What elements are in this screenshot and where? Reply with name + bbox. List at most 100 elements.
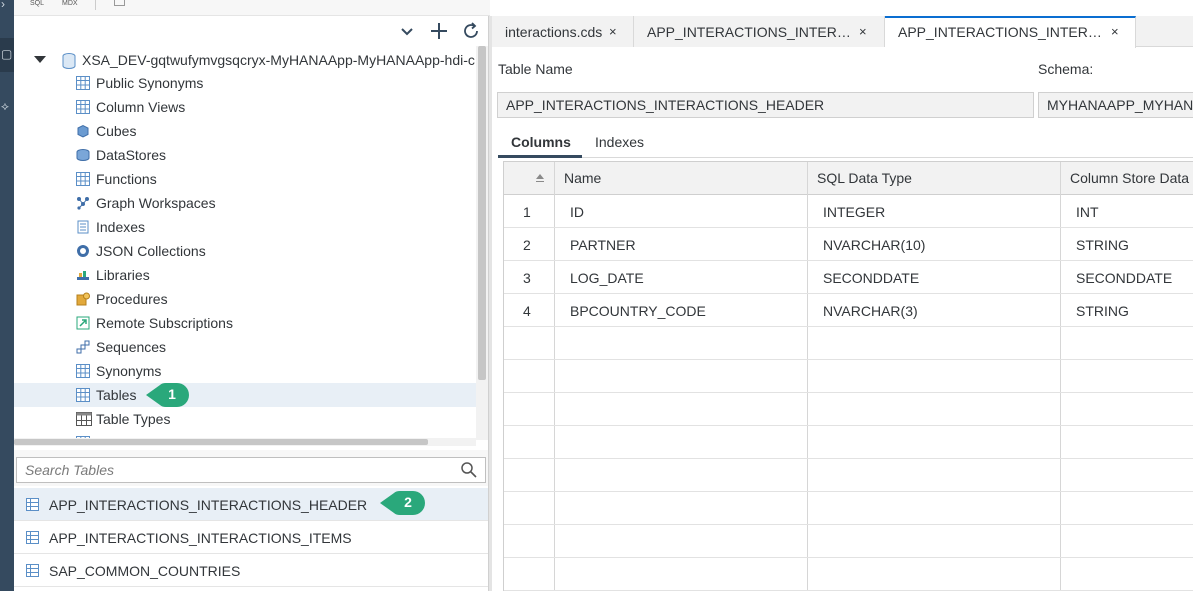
row-number-cell[interactable]: 3 xyxy=(523,270,531,286)
tab-interactions-cds[interactable]: interactions.cds × xyxy=(492,16,634,47)
close-icon[interactable]: × xyxy=(609,24,617,39)
column-header-name[interactable]: Name xyxy=(564,170,601,186)
activity-bar: › ▢ ⟡ xyxy=(0,0,14,591)
table-row[interactable]: 3 LOG_DATE SECONDDATE SECONDDATE xyxy=(504,261,1193,294)
empty-table-row xyxy=(504,525,1193,558)
empty-table-row xyxy=(504,492,1193,525)
table-name-field: APP_INTERACTIONS_INTERACTIONS_HEADER xyxy=(497,92,1034,118)
callout-number: 1 xyxy=(168,386,176,402)
close-icon[interactable]: × xyxy=(1111,24,1119,39)
tree-actions xyxy=(14,16,490,46)
procedure-icon xyxy=(76,292,90,306)
collapse-icon[interactable] xyxy=(396,20,418,42)
tree-item-label: Functions xyxy=(96,171,157,187)
mdx-console-button[interactable]: MDX xyxy=(62,0,78,8)
tree-item-label: DataStores xyxy=(96,147,167,163)
tree-item-functions[interactable]: Functions xyxy=(14,167,476,191)
tree-root-database[interactable]: XSA_DEV-gqtwufymvgsqcryx-MyHANAApp-MyHAN… xyxy=(14,48,476,72)
database-tree: XSA_DEV-gqtwufymvgsqcryx-MyHANAApp-MyHAN… xyxy=(14,46,476,440)
tree-item-synonyms[interactable]: Synonyms xyxy=(14,359,476,383)
table-row[interactable]: 4 BPCOUNTRY_CODE NVARCHAR(3) STRING xyxy=(504,294,1193,327)
result-item[interactable]: APP_INTERACTIONS_INTERACTIONS_ITEMS xyxy=(14,521,488,554)
row-number-cell[interactable]: 2 xyxy=(523,237,531,253)
tab-indexes[interactable]: Indexes xyxy=(595,134,644,150)
tab-columns[interactable]: Columns xyxy=(511,134,571,150)
datastore-icon xyxy=(76,148,90,162)
close-icon[interactable]: × xyxy=(859,24,867,39)
callout-number: 2 xyxy=(404,494,412,510)
import-icon[interactable] xyxy=(114,0,125,6)
tree-item-datastores[interactable]: DataStores xyxy=(14,143,476,167)
result-item-label: APP_INTERACTIONS_INTERACTIONS_HEADER xyxy=(49,497,368,513)
tab-interactions-table-1[interactable]: APP_INTERACTIONS_INTER… × xyxy=(634,16,885,47)
table-icon xyxy=(26,498,39,511)
search-tables-input[interactable] xyxy=(16,457,486,483)
table-icon xyxy=(26,531,39,544)
tree-item-label: Remote Subscriptions xyxy=(96,315,233,331)
pane-splitter[interactable] xyxy=(488,16,492,591)
table-row[interactable]: 1 ID INTEGER INT xyxy=(504,195,1193,228)
tree-item-label: Synonyms xyxy=(96,363,162,379)
column-name-cell[interactable]: PARTNER xyxy=(570,237,636,253)
tree-item-label: Cubes xyxy=(96,123,137,139)
column-store-type-cell[interactable]: INT xyxy=(1076,204,1099,220)
refresh-icon[interactable] xyxy=(460,20,482,42)
git-icon[interactable]: ⟡ xyxy=(0,96,14,116)
sql-console-button[interactable]: SQL xyxy=(30,0,44,8)
remote-subscription-icon xyxy=(76,316,90,330)
tree-item-label: Public Synonyms xyxy=(96,75,204,91)
sql-type-cell[interactable]: NVARCHAR(3) xyxy=(823,303,918,319)
sql-type-cell[interactable]: INTEGER xyxy=(823,204,885,220)
tree-item-libraries[interactable]: Libraries xyxy=(14,263,476,287)
tree-item-procedures[interactable]: Procedures xyxy=(14,287,476,311)
column-name-cell[interactable]: ID xyxy=(570,204,584,220)
column-store-type-cell[interactable]: STRING xyxy=(1076,303,1129,319)
tree-item-label: Column Views xyxy=(96,99,186,115)
tree-root-label: XSA_DEV-gqtwufymvgsqcryx-MyHANAApp-MyHAN… xyxy=(82,52,475,68)
graph-workspace-icon xyxy=(76,196,90,210)
cube-icon xyxy=(76,124,90,138)
column-store-type-cell[interactable]: STRING xyxy=(1076,237,1129,253)
column-name-cell[interactable]: LOG_DATE xyxy=(570,270,644,286)
sql-type-cell[interactable]: SECONDDATE xyxy=(823,270,919,286)
toolbar-separator xyxy=(95,0,96,10)
tree-item-label: JSON Collections xyxy=(96,243,206,259)
column-header-sql-type[interactable]: SQL Data Type xyxy=(817,170,912,186)
tree-item-cubes[interactable]: Cubes xyxy=(14,119,476,143)
tree-item-remote-subscriptions[interactable]: Remote Subscriptions xyxy=(14,311,476,335)
tree-item-graph-workspaces[interactable]: Graph Workspaces xyxy=(14,191,476,215)
tree-horizontal-scroll-thumb[interactable] xyxy=(14,439,428,445)
empty-table-row xyxy=(504,327,1193,360)
tree-item-tables[interactable]: Tables xyxy=(14,383,476,407)
sort-icon[interactable] xyxy=(535,173,545,183)
tree-item-public-synonyms[interactable]: Public Synonyms xyxy=(14,71,476,95)
table-row[interactable]: 2 PARTNER NVARCHAR(10) STRING xyxy=(504,228,1193,261)
column-name-cell[interactable]: BPCOUNTRY_CODE xyxy=(570,303,706,319)
column-store-type-cell[interactable]: SECONDDATE xyxy=(1076,270,1172,286)
tree-item-label: Tables xyxy=(96,387,137,403)
tree-item-json-collections[interactable]: JSON Collections xyxy=(14,239,476,263)
result-item[interactable]: SAP_COMMON_COUNTRIES xyxy=(14,554,488,587)
table-detail-tabs: Columns Indexes xyxy=(498,126,1193,158)
tree-vertical-scroll-thumb[interactable] xyxy=(478,46,486,380)
tab-interactions-table-2[interactable]: APP_INTERACTIONS_INTER… × xyxy=(885,16,1136,48)
expand-toggle-icon[interactable] xyxy=(34,56,46,63)
tree-item-label: Libraries xyxy=(96,267,150,283)
column-header-column-store-type[interactable]: Column Store Data T xyxy=(1070,170,1193,186)
empty-table-row xyxy=(504,426,1193,459)
tree-item-column-views[interactable]: Column Views xyxy=(14,95,476,119)
tree-item-indexes[interactable]: Indexes xyxy=(14,215,476,239)
row-number-cell[interactable]: 1 xyxy=(523,204,531,220)
tree-item-table-types[interactable]: Table Types xyxy=(14,407,476,431)
sql-type-cell[interactable]: NVARCHAR(10) xyxy=(823,237,925,253)
chevron-right-icon[interactable]: › xyxy=(0,0,14,14)
tree-item-sequences[interactable]: Sequences xyxy=(14,335,476,359)
column-view-icon xyxy=(76,100,90,114)
row-number-cell[interactable]: 4 xyxy=(523,303,531,319)
add-database-icon[interactable] xyxy=(428,20,450,42)
tree-item-label: Indexes xyxy=(96,219,146,235)
tab-label: APP_INTERACTIONS_INTER… xyxy=(898,24,1102,40)
search-icon[interactable] xyxy=(460,461,478,479)
database-explorer-icon[interactable]: ▢ xyxy=(0,44,14,64)
top-toolbar: SQL MDX xyxy=(14,0,490,16)
